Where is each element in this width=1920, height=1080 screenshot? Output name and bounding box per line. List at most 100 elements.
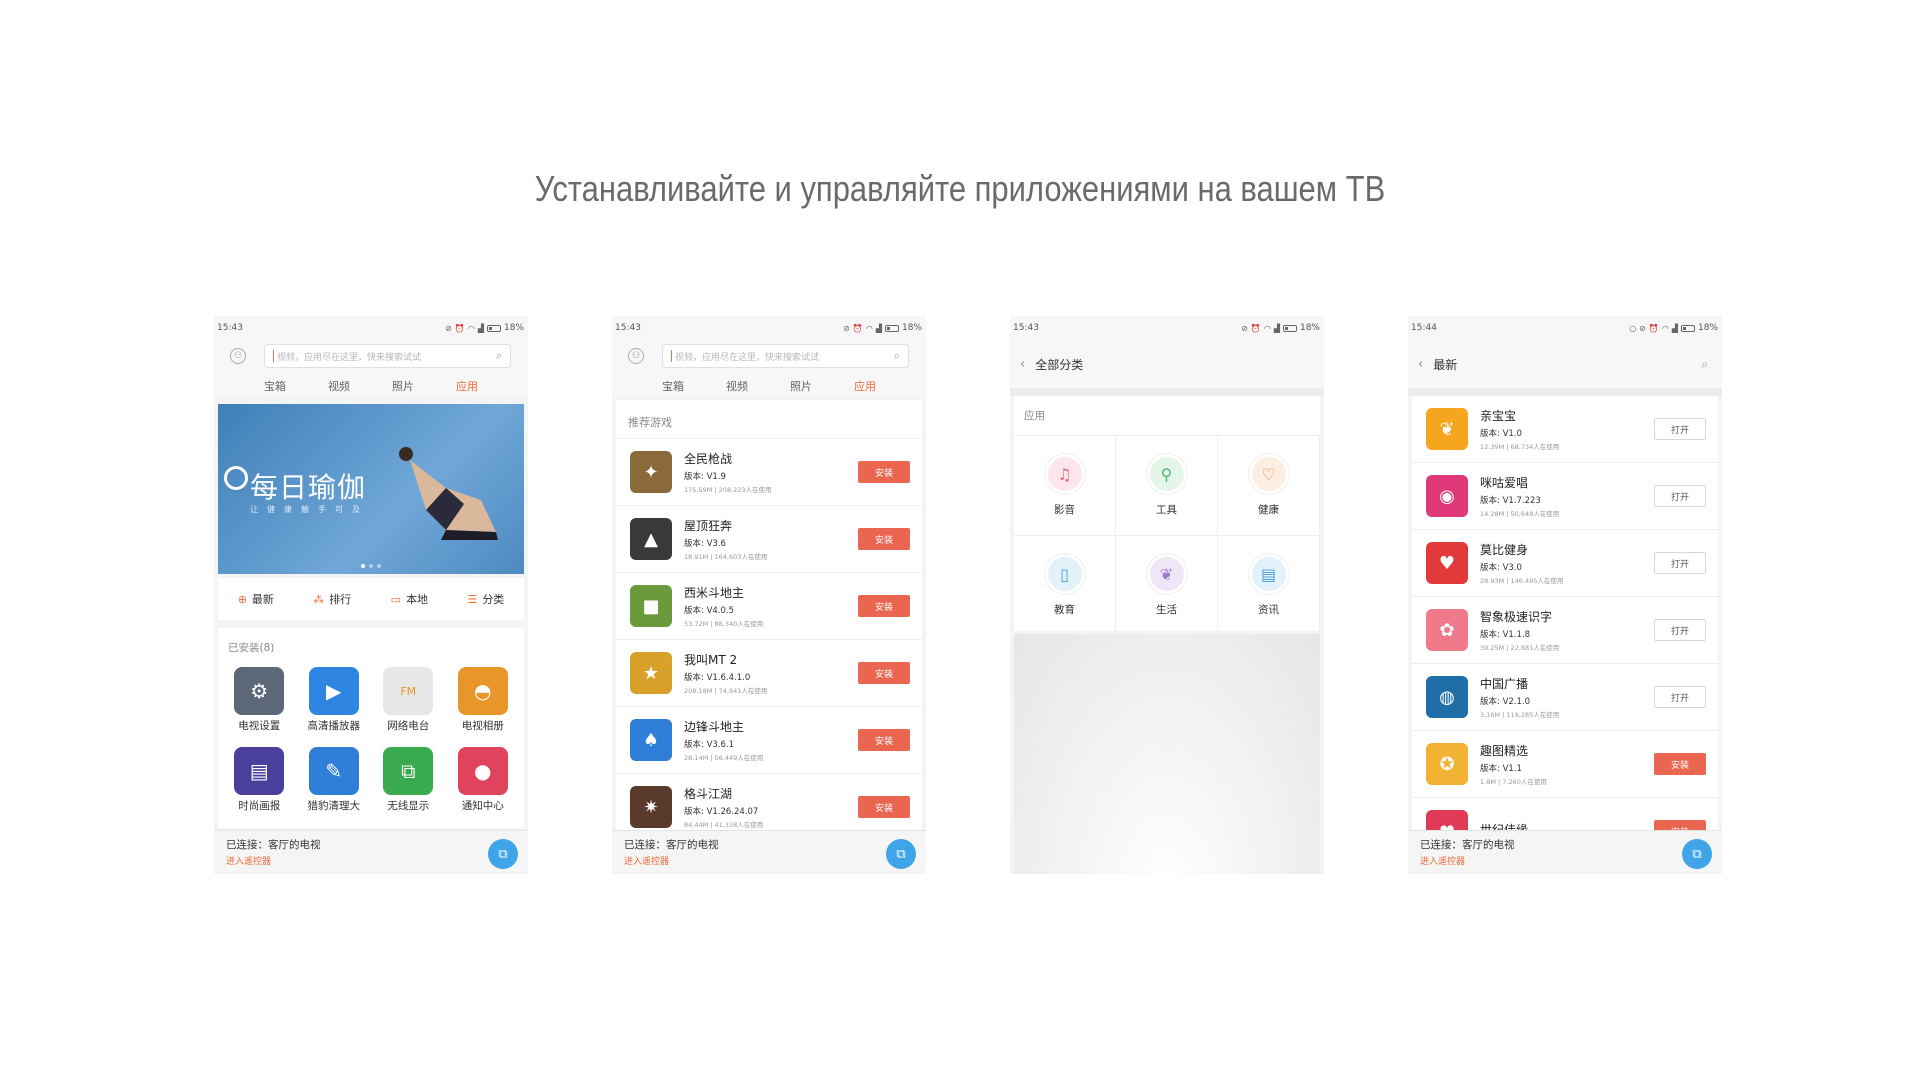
app-tv-album[interactable]: ◓ 电视相册 (446, 667, 521, 733)
open-button[interactable]: 打开 (1654, 485, 1706, 507)
quick-rank[interactable]: ⁂ 排行 (313, 591, 351, 607)
game-icon: ✦ (630, 451, 672, 493)
open-button[interactable]: 打开 (1654, 418, 1706, 440)
category-education[interactable]: ▯ 教育 (1014, 536, 1116, 636)
remote-link[interactable]: 进入遥控器 (226, 854, 516, 867)
list-item[interactable]: ♥ 莫比健身 版本: V3.0 28.93M | 146,495人在使用 打开 (1412, 530, 1718, 597)
app-tv-settings[interactable]: ⚙ 电视设置 (222, 667, 297, 733)
game-icon: ✷ (630, 786, 672, 828)
status-bar: 15:43 ⊘ ⏰ ◠ ▟ 18% (612, 316, 926, 340)
list-item[interactable]: ✿ 智象极速识字 版本: V1.1.8 39.25M | 22,881人在使用 打开 (1412, 597, 1718, 664)
install-button[interactable]: 安装 (858, 528, 910, 550)
remote-button[interactable]: ⧉ (886, 839, 916, 869)
tab-treasure[interactable]: 宝箱 (660, 378, 686, 394)
leaf-icon: ❦ (1146, 554, 1187, 594)
remote-link[interactable]: 进入遥控器 (624, 854, 914, 867)
signal-icon: ▟ (1671, 323, 1678, 333)
tab-apps[interactable]: 应用 (454, 378, 480, 394)
category-news[interactable]: ▤ 资讯 (1218, 536, 1320, 636)
banner-subtitle: 让健康触手可及 (250, 505, 369, 514)
list-icon: ☰ (467, 592, 478, 606)
latest-app-list: ❦ 亲宝宝 版本: V1.0 12.39M | 68,734人在使用 打开 ◉ 咪咕爱唱版… (1412, 396, 1718, 830)
tab-photos[interactable]: 照片 (390, 378, 416, 394)
remote-button[interactable]: ⧉ (488, 839, 518, 869)
install-button[interactable]: 安装 (858, 662, 910, 684)
install-button[interactable]: 安装 (1654, 820, 1706, 830)
list-item[interactable]: ♠ 边锋斗地主 版本: V3.6.1 28.14M | 56,449人在使用 安装 (616, 707, 922, 774)
list-item[interactable]: ★ 我叫MT 2 版本: V1.6.4.1.0 208.18M | 74,941人在使… (616, 640, 922, 707)
remote-link[interactable]: 进入遥控器 (1420, 854, 1710, 867)
fitness-icon: ♥ (1426, 542, 1468, 584)
list-item[interactable]: ▲ 屋顶狂奔 版本: V3.6 18.91M | 164,603人在使用 安装 (616, 506, 922, 573)
phone-screen-categories: 15:43 ⊘ ⏰ ◠ ▟ 18% ‹ 全部分类 应用 ♫ 影音 ⚲ 工具 ♡ 健康 ▯ 教育 … (1010, 316, 1324, 874)
status-time: 15:43 (1013, 323, 1039, 333)
open-button[interactable]: 打开 (1654, 619, 1706, 641)
avatar[interactable]: ⚇ (230, 348, 246, 364)
news-icon: ▤ (1248, 554, 1289, 594)
dating-icon: ❤ (1426, 810, 1468, 830)
install-button[interactable]: 安装 (1654, 753, 1706, 775)
signal-icon: ▟ (875, 323, 882, 333)
list-item[interactable]: ❤世纪佳缘安装 (1412, 798, 1718, 830)
list-item[interactable]: ✦ 全民枪战 版本: V1.9 175.59M | 208,223人在使用 安装 (616, 439, 922, 506)
quick-category[interactable]: ☰ 分类 (467, 591, 504, 607)
main-tabs: 宝箱 视频 照片 应用 (214, 378, 528, 394)
back-icon[interactable]: ‹ (1020, 357, 1025, 372)
connection-bar: 已连接：客厅的电视 进入遥控器 ⧉ (1408, 830, 1722, 874)
play-icon: ▶ (308, 667, 359, 715)
open-button[interactable]: 打开 (1654, 552, 1706, 574)
game-list: 推荐游戏 ✦ 全民枪战 版本: V1.9 175.59M | 208,223人在使用安… (616, 400, 922, 834)
mute-icon: ⊘ (1639, 323, 1646, 333)
headline: Устанавливайте и управляйте приложениями… (534, 168, 1386, 209)
battery-level: 18% (503, 323, 524, 333)
list-item[interactable]: ✪ 趣图精选 版本: V1.1 1.8M | 7,260人在使用 安装 (1412, 731, 1718, 798)
tab-photos[interactable]: 照片 (788, 378, 814, 394)
category-life[interactable]: ❦ 生活 (1116, 536, 1218, 636)
app-cleaner[interactable]: ✎ 猎豹清理大 (297, 747, 372, 813)
sync-icon: ○ (1629, 323, 1637, 333)
tab-video[interactable]: 视频 (724, 378, 750, 394)
status-time: 15:43 (217, 323, 243, 333)
app-fashion-magazine[interactable]: ▤ 时尚画报 (222, 747, 297, 813)
install-button[interactable]: 安装 (858, 796, 910, 818)
connected-status: 已连接：客厅的电视 (624, 839, 719, 851)
connection-bar: 已连接：客厅的电视 进入遥控器 ⧉ (214, 830, 528, 874)
search-icon[interactable]: ⌕ (1701, 357, 1708, 372)
broom-icon: ✎ (308, 747, 359, 795)
mute-icon: ⊘ (445, 323, 452, 333)
list-item[interactable]: ◉ 咪咕爱唱 版本: V1.7.223 14.28M | 50,648人在使用 打开 (1412, 463, 1718, 530)
tab-apps[interactable]: 应用 (852, 378, 878, 394)
tab-treasure[interactable]: 宝箱 (262, 378, 288, 394)
category-card: 应用 ♫ 影音 ⚲ 工具 ♡ 健康 ▯ 教育 ❦ 生活 ▤ 资讯 (1014, 396, 1320, 636)
install-button[interactable]: 安装 (858, 461, 910, 483)
quick-local[interactable]: ▭ 本地 (391, 591, 428, 607)
search-input[interactable]: 视频，应用尽在这里，快来搜索试试 ⌕ (264, 344, 511, 368)
list-item[interactable]: ✷ 格斗江湖 版本: V1.26.24.07 84.44M | 41,338人在使用安… (616, 774, 922, 834)
avatar[interactable]: ⚇ (628, 348, 644, 364)
search-input[interactable]: 视频，应用尽在这里，快来搜索试试 ⌕ (662, 344, 909, 368)
install-button[interactable]: 安装 (858, 729, 910, 751)
app-wireless-display[interactable]: ⧉ 无线显示 (371, 747, 446, 813)
list-item[interactable]: ❦ 亲宝宝 版本: V1.0 12.39M | 68,734人在使用 打开 (1412, 396, 1718, 463)
category-media[interactable]: ♫ 影音 (1014, 436, 1116, 536)
search-icon[interactable]: ⌕ (894, 349, 900, 363)
quick-latest[interactable]: ⊕ 最新 (238, 591, 274, 607)
remote-button[interactable]: ⧉ (1682, 839, 1712, 869)
category-tools[interactable]: ⚲ 工具 (1116, 436, 1218, 536)
connection-bar: 已连接：客厅的电视 进入遥控器 ⧉ (612, 830, 926, 874)
search-icon[interactable]: ⌕ (496, 349, 502, 363)
open-button[interactable]: 打开 (1654, 686, 1706, 708)
tab-video[interactable]: 视频 (326, 378, 352, 394)
app-net-radio[interactable]: FM 网络电台 (371, 667, 446, 733)
mute-icon: ⊘ (1241, 323, 1248, 333)
yoga-logo-icon (224, 466, 248, 490)
install-button[interactable]: 安装 (858, 595, 910, 617)
app-notification-center[interactable]: ● 通知中心 (446, 747, 521, 813)
promo-banner[interactable]: 每日瑜伽 让健康触手可及 (218, 404, 524, 574)
list-item[interactable]: ◍ 中国广播 版本: V2.1.0 3.16M | 119,285人在使用 打开 (1412, 664, 1718, 731)
list-item[interactable]: ■ 西米斗地主 版本: V4.0.5 53.72M | 88,340人在使用 安装 (616, 573, 922, 640)
alarm-icon: ⏰ (1648, 323, 1659, 333)
category-health[interactable]: ♡ 健康 (1218, 436, 1320, 536)
back-icon[interactable]: ‹ (1418, 357, 1423, 372)
app-hd-player[interactable]: ▶ 高清播放器 (297, 667, 372, 733)
